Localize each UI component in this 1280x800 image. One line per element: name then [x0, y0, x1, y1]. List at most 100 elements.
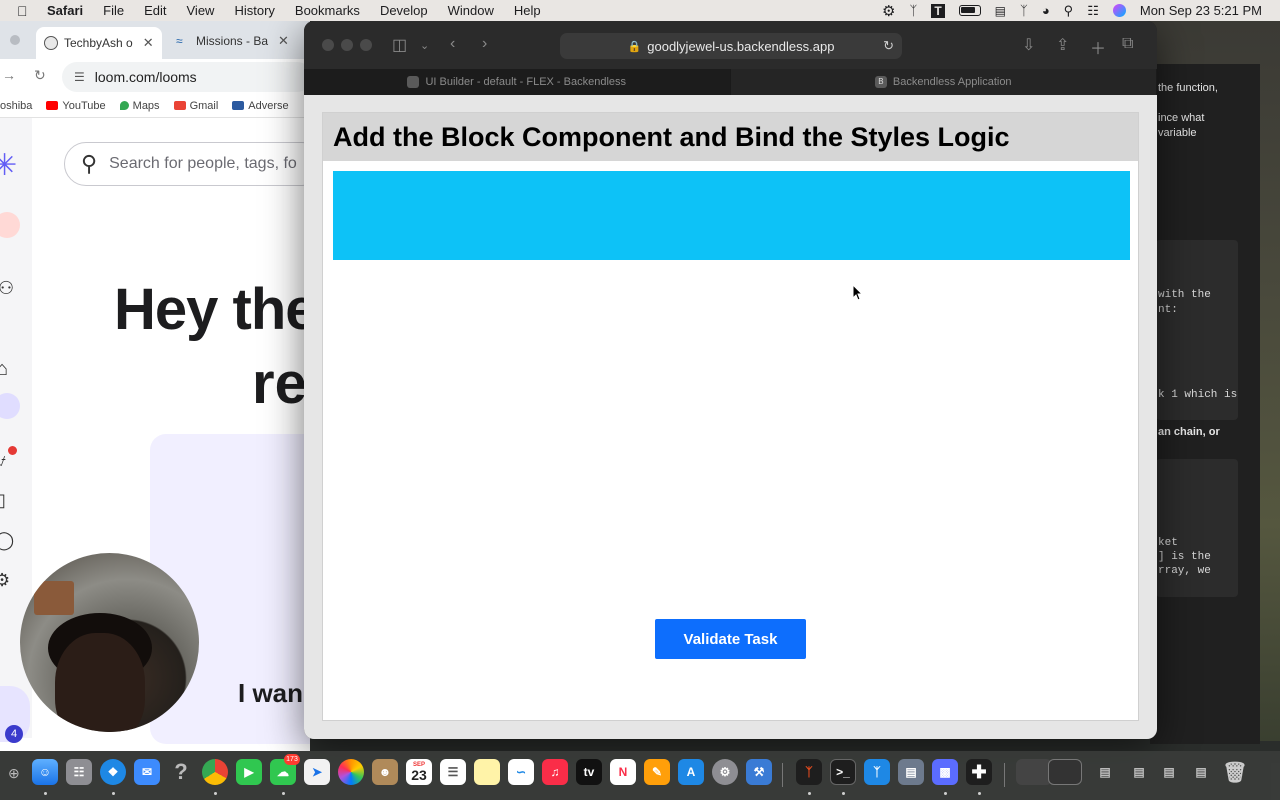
- chrome-url-field[interactable]: ☰ loom.com/looms: [62, 62, 310, 92]
- minimized-window-thumbnail[interactable]: ▤: [1188, 759, 1214, 785]
- back-icon[interactable]: ‹: [450, 35, 455, 53]
- launchpad-icon[interactable]: ☷: [66, 759, 92, 785]
- safari-url-field[interactable]: 🔒 goodlyjewel-us.backendless.app ↻: [560, 33, 902, 59]
- contacts-icon[interactable]: ☻: [372, 759, 398, 785]
- bookmark-adverse[interactable]: Adverse: [232, 100, 289, 112]
- safari-tab-backendless-app[interactable]: B Backendless Application: [731, 69, 1157, 95]
- photos-icon[interactable]: [338, 759, 364, 785]
- xcode-icon[interactable]: ⚒: [746, 759, 772, 785]
- siri-icon[interactable]: [1112, 4, 1126, 17]
- running-indicator: [282, 792, 285, 795]
- figma-icon[interactable]: ᛉ: [796, 759, 822, 785]
- menu-view[interactable]: View: [187, 3, 215, 18]
- doc-code-line: ket: [1158, 537, 1178, 549]
- reminders-icon[interactable]: ☰: [440, 759, 466, 785]
- close-tab-icon[interactable]: ✕: [278, 33, 289, 49]
- loom-search-field[interactable]: ⚲ Search for people, tags, fo: [64, 142, 310, 186]
- menu-edit[interactable]: Edit: [144, 3, 166, 18]
- bookmark-maps[interactable]: Maps: [119, 100, 160, 112]
- menu-file[interactable]: File: [103, 3, 124, 18]
- loom-logo-icon[interactable]: ✳: [0, 148, 17, 183]
- people-icon[interactable]: ⚇: [0, 278, 14, 299]
- zoom-window-button[interactable]: [360, 39, 372, 51]
- music-icon[interactable]: ♫: [542, 759, 568, 785]
- news-icon[interactable]: N: [610, 759, 636, 785]
- calendar-icon[interactable]: SEP 23: [406, 759, 432, 785]
- chrome-icon[interactable]: [202, 759, 228, 785]
- menu-clock[interactable]: Mon Sep 23 5:21 PM: [1140, 3, 1262, 18]
- chevron-down-icon[interactable]: ⌄: [420, 39, 429, 52]
- facetime-icon[interactable]: ▶: [236, 759, 262, 785]
- app-store-icon[interactable]: A: [678, 759, 704, 785]
- sidebar-toggle-icon[interactable]: ◫: [392, 35, 407, 55]
- minimized-window-thumbnail[interactable]: [1016, 759, 1052, 785]
- clock-icon[interactable]: ◯: [0, 530, 14, 551]
- bookmark-gmail[interactable]: Gmail: [173, 100, 218, 112]
- wifi-icon[interactable]: ◕: [1042, 3, 1050, 18]
- bookmark-toshiba[interactable]: oshiba: [0, 100, 32, 112]
- safari-tab-ui-builder[interactable]: UI Builder - default - FLEX - Backendles…: [304, 69, 731, 95]
- typora-status-icon[interactable]: T: [931, 3, 945, 18]
- mail-icon[interactable]: ✉: [134, 759, 160, 785]
- validate-task-button[interactable]: Validate Task: [655, 619, 806, 659]
- safari-icon[interactable]: ❖: [100, 759, 126, 785]
- site-settings-icon[interactable]: ☰: [74, 70, 85, 84]
- menu-help[interactable]: Help: [514, 3, 541, 18]
- system-settings-icon[interactable]: ⚙: [712, 759, 738, 785]
- close-tab-icon[interactable]: ✕: [143, 35, 154, 51]
- webcam-bubble[interactable]: [20, 553, 199, 732]
- preview-icon[interactable]: ▤: [898, 759, 924, 785]
- downloads-icon[interactable]: ⇩: [1022, 35, 1035, 55]
- block-component[interactable]: [333, 171, 1130, 260]
- notes-icon[interactable]: [474, 759, 500, 785]
- reload-icon[interactable]: ↻: [883, 38, 894, 54]
- typora-icon[interactable]: ✚: [966, 759, 992, 785]
- apple-tv-icon[interactable]: tv: [576, 759, 602, 785]
- finder-icon[interactable]: ☺: [32, 759, 58, 785]
- safari-url-text: goodlyjewel-us.backendless.app: [647, 38, 835, 54]
- menu-develop[interactable]: Develop: [380, 3, 428, 18]
- minimized-window-thumbnail[interactable]: ▤: [1094, 759, 1116, 785]
- close-window-button[interactable]: [322, 39, 334, 51]
- screen-sharing-icon[interactable]: ▩: [932, 759, 958, 785]
- tab-overview-icon[interactable]: ⧉: [1122, 35, 1133, 53]
- menu-window[interactable]: Window: [448, 3, 494, 18]
- gear-status-icon[interactable]: ⚙: [882, 2, 895, 20]
- tab-label: Backendless Application: [892, 76, 1012, 88]
- minimized-window-thumbnail[interactable]: ▤: [1128, 759, 1150, 785]
- minimize-window-button[interactable]: [341, 39, 353, 51]
- pages-icon[interactable]: ✎: [644, 759, 670, 785]
- bookmark-icon[interactable]: ▯: [0, 490, 6, 511]
- chrome-tab-techbyash[interactable]: TechbyAsh o ✕: [36, 27, 162, 59]
- minimized-window-thumbnail[interactable]: ▤: [1156, 759, 1182, 785]
- menu-history[interactable]: History: [234, 3, 274, 18]
- apple-menu-icon[interactable]: : [17, 3, 33, 19]
- freeform-icon[interactable]: ∽: [508, 759, 534, 785]
- help-icon[interactable]: ?: [168, 759, 194, 785]
- bluetooth-app-icon[interactable]: ᛉ: [864, 759, 890, 785]
- menu-bookmarks[interactable]: Bookmarks: [295, 3, 360, 18]
- display-status-icon[interactable]: ▤: [995, 4, 1006, 18]
- figma-status-icon[interactable]: ᛉ: [910, 3, 918, 18]
- maps-icon[interactable]: ➤: [304, 759, 330, 785]
- forward-icon[interactable]: ›: [482, 35, 487, 53]
- forward-icon[interactable]: →: [2, 67, 16, 83]
- spotlight-search-icon[interactable]: ⚲: [1064, 3, 1074, 19]
- bluetooth-icon[interactable]: ᛉ: [1020, 3, 1028, 18]
- settings-icon[interactable]: ⚙: [0, 570, 10, 591]
- home-icon[interactable]: ⌂: [0, 358, 8, 381]
- doc-code-line: with the: [1158, 289, 1211, 301]
- dock-separator: [1004, 763, 1005, 787]
- menu-app-name[interactable]: Safari: [47, 3, 83, 18]
- reload-icon[interactable]: ↻: [34, 67, 46, 84]
- terminal-icon[interactable]: >_: [830, 759, 856, 785]
- trash-icon[interactable]: 🗑: [1222, 759, 1248, 785]
- bell-icon[interactable]: ⍻: [0, 450, 6, 471]
- bookmark-youtube[interactable]: YouTube: [46, 100, 106, 112]
- share-icon[interactable]: ⇪: [1056, 35, 1069, 55]
- minimized-window-thumbnail[interactable]: [1048, 759, 1082, 785]
- new-tab-icon[interactable]: ＋: [1090, 35, 1106, 59]
- battery-icon[interactable]: [958, 5, 981, 16]
- control-center-icon[interactable]: ☷: [1087, 3, 1099, 19]
- chrome-tab-missions[interactable]: ≈ Missions - Ba ✕: [176, 29, 289, 53]
